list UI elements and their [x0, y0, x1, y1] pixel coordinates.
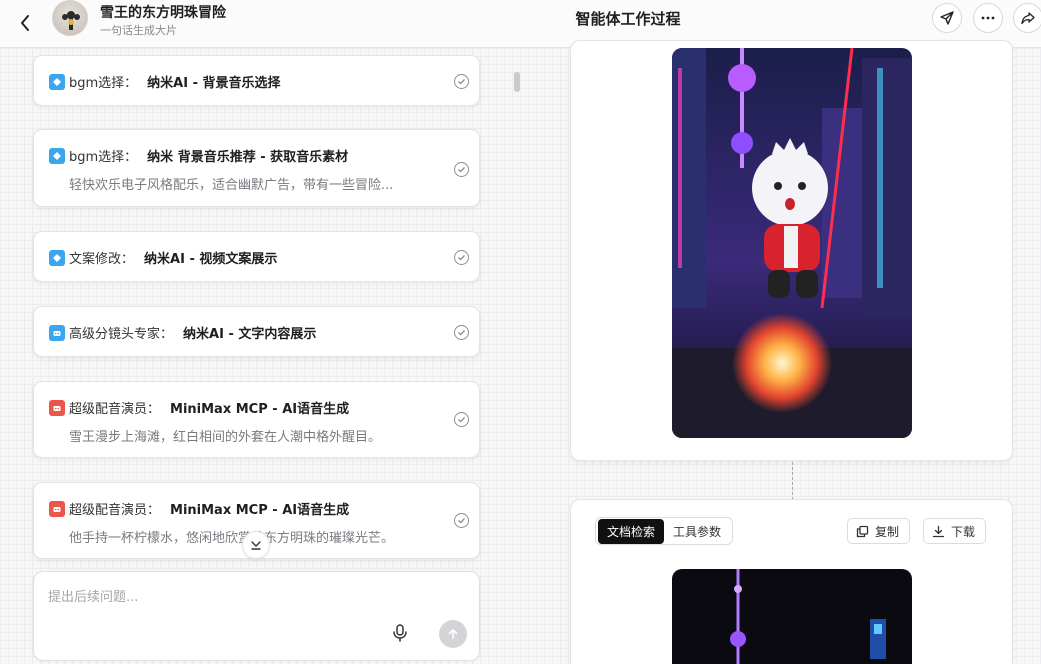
generated-image[interactable]: [672, 569, 912, 664]
panel-title: 智能体工作过程: [0, 8, 1041, 29]
step-card[interactable]: bgm选择： 纳米 背景音乐推荐 - 获取音乐素材 轻快欢乐电子风格配乐，适合幽…: [33, 129, 480, 207]
download-label: 下载: [951, 523, 975, 540]
step-agent-name: 超级配音演员：: [69, 398, 160, 417]
step-description: 轻快欢乐电子风格配乐，适合幽默广告，带有一些冒险...: [69, 174, 393, 193]
step-tool-name: 纳米AI - 背景音乐选择: [147, 72, 280, 91]
check-circle-icon: [454, 325, 469, 340]
step-card[interactable]: 超级配音演员： MiniMax MCP - AI语音生成 雪王漫步上海滩，红白相…: [33, 381, 480, 458]
followup-input[interactable]: [48, 586, 448, 614]
send-button[interactable]: [439, 620, 467, 648]
step-agent-name: 超级配音演员：: [69, 499, 160, 518]
check-circle-icon: [454, 513, 469, 528]
scroll-down-icon[interactable]: [242, 531, 270, 559]
tab-tool-params[interactable]: 工具参数: [664, 519, 730, 544]
download-icon: [932, 525, 945, 538]
step-card[interactable]: bgm选择： 纳米AI - 背景音乐选择: [33, 55, 480, 106]
download-button[interactable]: 下载: [923, 518, 986, 544]
step-agent-name: 高级分镜头专家：: [69, 323, 173, 342]
check-circle-icon: [454, 250, 469, 265]
copy-label: 复制: [875, 523, 899, 540]
puzzle-icon: [49, 250, 65, 266]
step-tool-name: 纳米AI - 文字内容展示: [183, 323, 316, 342]
generated-image[interactable]: [672, 48, 912, 438]
check-circle-icon: [454, 74, 469, 89]
microphone-icon[interactable]: [391, 623, 409, 643]
tab-document-search[interactable]: 文档检索: [598, 519, 664, 544]
copy-icon: [856, 525, 869, 538]
puzzle-icon: [49, 148, 65, 164]
send-icon[interactable]: [932, 3, 962, 33]
step-tool-name: MiniMax MCP - AI语音生成: [170, 499, 349, 518]
check-circle-icon: [454, 162, 469, 177]
step-agent-name: 文案修改：: [69, 248, 134, 267]
step-card[interactable]: 高级分镜头专家： 纳米AI - 文字内容展示: [33, 306, 480, 357]
check-circle-icon: [454, 412, 469, 427]
step-description: 他手持一杯柠檬水，悠闲地欣赏着东方明珠的璀璨光芒。: [69, 527, 394, 546]
share-icon[interactable]: [1013, 3, 1041, 33]
followup-input-box: [33, 571, 480, 661]
connector-line: [792, 462, 793, 500]
result-tabs: 文档检索 工具参数: [595, 517, 733, 545]
step-tool-name: MiniMax MCP - AI语音生成: [170, 398, 349, 417]
puzzle-icon: [49, 74, 65, 90]
step-card[interactable]: 文案修改： 纳米AI - 视频文案展示: [33, 231, 480, 282]
step-description: 雪王漫步上海滩，红白相间的外套在人潮中格外醒目。: [69, 426, 381, 445]
more-icon[interactable]: [973, 3, 1003, 33]
robot-icon: [49, 501, 65, 517]
step-tool-name: 纳米AI - 视频文案展示: [144, 248, 277, 267]
step-tool-name: 纳米 背景音乐推荐 - 获取音乐素材: [147, 146, 348, 165]
step-agent-name: bgm选择：: [69, 72, 137, 91]
step-agent-name: bgm选择：: [69, 146, 137, 165]
robot-icon: [49, 400, 65, 416]
robot-icon: [49, 325, 65, 341]
scrollbar-thumb[interactable]: [514, 72, 520, 92]
copy-button[interactable]: 复制: [847, 518, 910, 544]
